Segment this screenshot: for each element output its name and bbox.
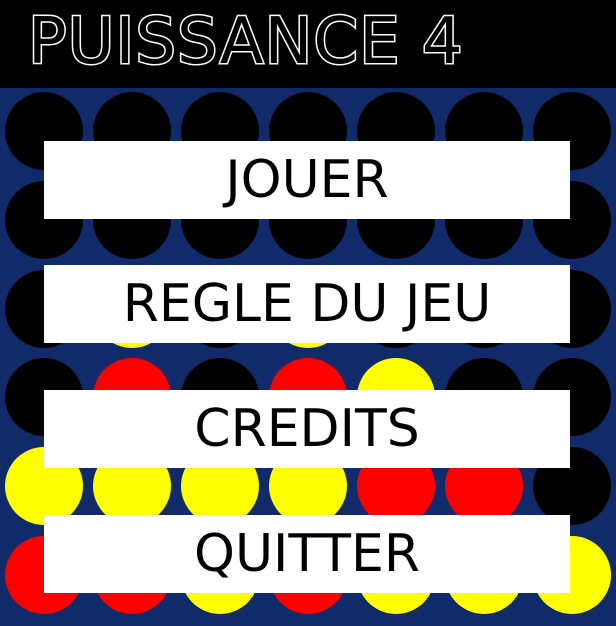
credits-button[interactable]: CREDITS — [44, 390, 570, 468]
title-bar: PUISSANCE 4 — [0, 0, 616, 88]
quit-button[interactable]: QUITTER — [44, 515, 570, 593]
play-button[interactable]: JOUER — [44, 141, 570, 219]
rules-button[interactable]: REGLE DU JEU — [44, 265, 570, 343]
game-title: PUISSANCE 4 — [27, 4, 465, 81]
